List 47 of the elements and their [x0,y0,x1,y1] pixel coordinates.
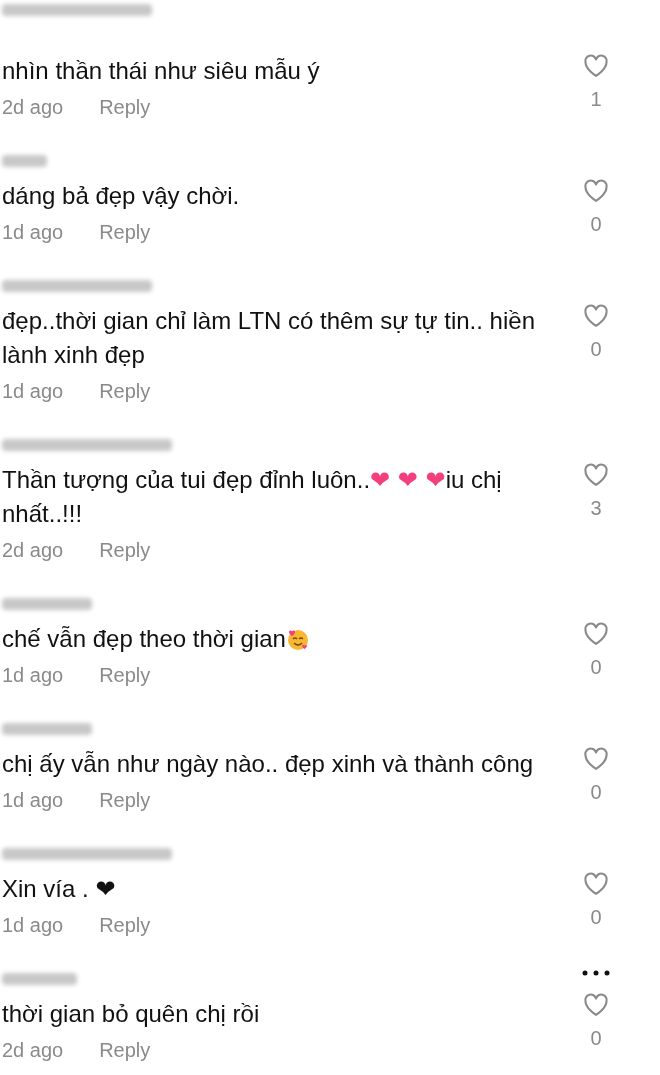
like-count: 0 [590,212,602,237]
comment-time: 1d ago [2,788,64,813]
like-heart-icon[interactable] [582,745,610,773]
like-count: 3 [590,496,602,521]
smiling-face-icon [285,627,310,651]
like-count: 1 [590,87,602,112]
reply-link[interactable]: Reply [99,217,151,247]
comment-text: nhìn thần thái như siêu mẫu ý [2,56,321,86]
like-heart-icon[interactable] [582,177,610,205]
comment-text: đẹp..thời gian chỉ làm LTN có thêm sự tự tin.. hiền lành xinh đẹp [2,306,536,370]
comment-time: 1d ago [2,220,64,245]
like-count: 0 [590,1026,602,1051]
reply-link[interactable]: Reply [99,1035,151,1065]
comment-time: 1d ago [2,913,64,938]
reply-link[interactable]: Reply [99,660,151,690]
like-heart-icon[interactable] [582,991,610,1019]
comment-time: 1d ago [2,379,64,404]
comment-text: thời gian bỏ quên chị rồi [2,999,261,1029]
reply-link[interactable]: Reply [99,535,151,565]
like-count: 0 [590,905,602,930]
like-count: 0 [590,337,602,362]
more-icon[interactable] [581,969,611,977]
like-heart-icon[interactable] [582,52,610,80]
comment-time: 2d ago [2,538,64,563]
comment-time: 1d ago [2,663,64,688]
like-heart-icon[interactable] [582,620,610,648]
comment-time: 2d ago [2,95,64,120]
comment-time: 2d ago [2,1038,64,1063]
blurred-username-drawing [2,155,47,167]
like-heart-icon[interactable] [582,870,610,898]
heart-emoji: ❤ [95,875,116,903]
comment-text: dáng bả đẹp vậy chời. [2,181,241,211]
comment-text: chị ấy vẫn như ngày nào.. đẹp xinh và thành công [2,749,535,779]
comment-text: Xin vía . ❤ [2,874,117,905]
heart-emoji: ❤ [370,466,392,494]
reply-link[interactable]: Reply [99,92,151,122]
reply-link[interactable]: Reply [99,785,151,815]
heart-emoji: ❤ [397,466,419,494]
comment-text: chế vẫn đẹp theo thời gian [2,622,562,656]
reply-link[interactable]: Reply [99,376,151,406]
heart-emoji: ❤ [425,466,446,494]
like-count: 0 [590,655,602,680]
like-count: 0 [590,780,602,805]
comment-text: Thần tượng của tui đẹp đỉnh luôn..❤ ❤ ❤iu chị nhất..!!! [2,465,503,529]
like-heart-icon[interactable] [582,461,610,489]
like-heart-icon[interactable] [582,302,610,330]
reply-link[interactable]: Reply [99,910,151,940]
